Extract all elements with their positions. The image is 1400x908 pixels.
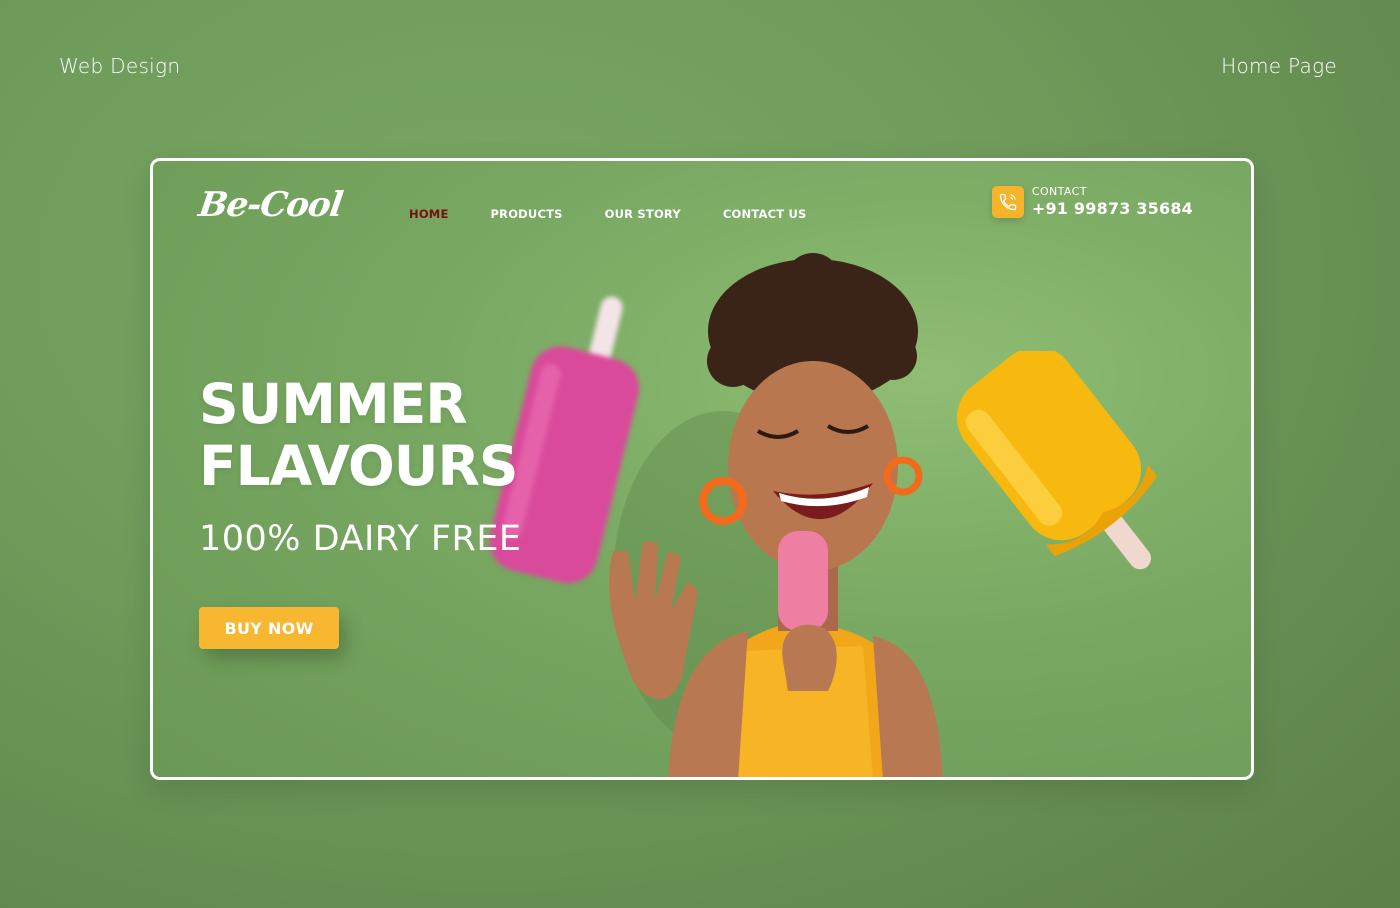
nav-item-our-story[interactable]: OUR STORY (605, 207, 681, 221)
hero-subhead: 100% DAIRY FREE (199, 519, 522, 559)
contact-phone-number[interactable]: +91 99873 35684 (1032, 199, 1193, 218)
hero-headline-line-2: FLAVOURS (199, 434, 518, 498)
nav-item-home[interactable]: HOME (409, 207, 449, 221)
contact-label: CONTACT (1031, 185, 1087, 198)
contact-block[interactable]: CONTACT +91 99873 35684 (991, 185, 1193, 218)
yellow-popsicle-image (957, 351, 1158, 570)
nav-item-products[interactable]: PRODUCTS (491, 207, 563, 221)
nav-item-contact-us[interactable]: CONTACT US (723, 207, 807, 221)
website-mockup-frame: Be-Cool HOME PRODUCTS OUR STORY CONTACT … (150, 158, 1254, 780)
hero-headline-line-1: SUMMER (199, 372, 468, 436)
main-nav: HOME PRODUCTS OUR STORY CONTACT US (409, 207, 806, 221)
presentation-label-left: Web Design (59, 54, 181, 78)
presentation-label-right: Home Page (1221, 54, 1337, 78)
site-logo[interactable]: Be-Cool (196, 185, 344, 225)
buy-now-button[interactable]: BUY NOW (199, 607, 339, 649)
phone-icon (991, 185, 1024, 218)
hero-headline: SUMMER FLAVOURS (199, 372, 518, 498)
